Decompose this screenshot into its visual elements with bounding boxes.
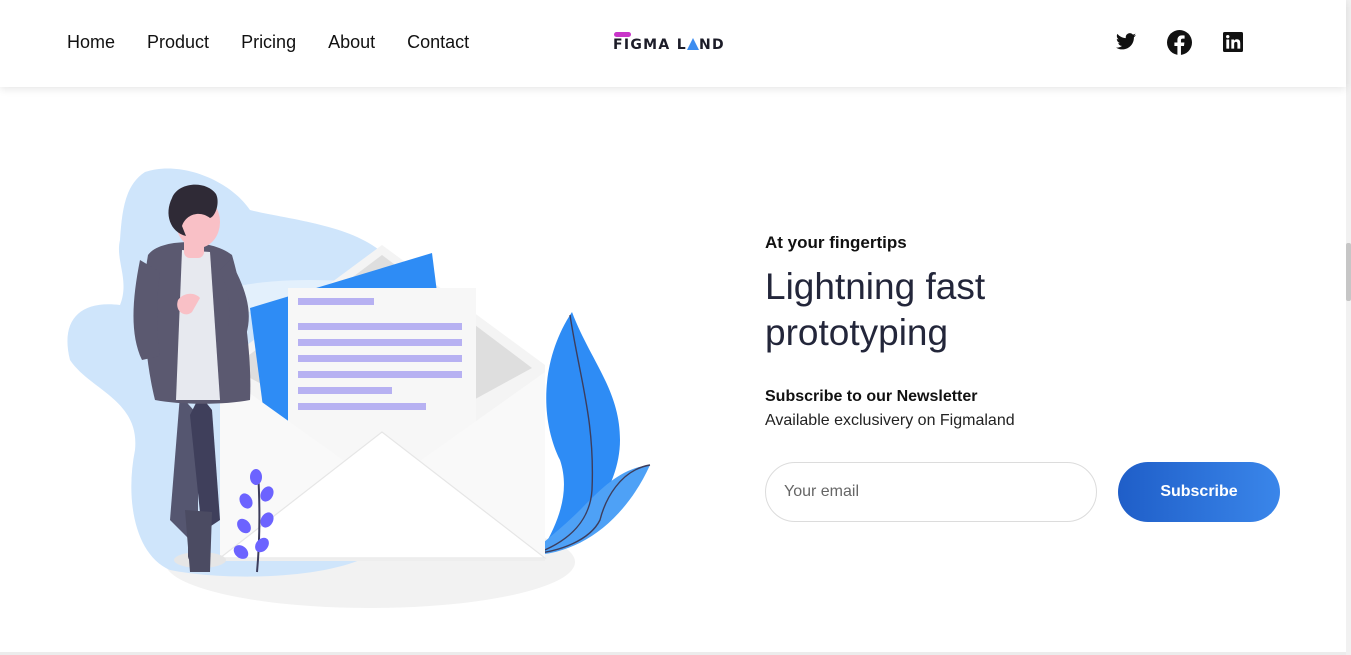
nav-product-link[interactable]: Product <box>147 31 209 53</box>
main-nav: Home Product Pricing About Contact <box>67 31 501 53</box>
newsletter-title: Subscribe to our Newsletter <box>765 388 978 405</box>
facebook-icon[interactable] <box>1167 30 1192 55</box>
email-input[interactable] <box>765 462 1097 522</box>
scrollbar-track[interactable] <box>1346 0 1351 655</box>
nav-pricing-link[interactable]: Pricing <box>241 31 296 53</box>
logo-text-prefix: FIGMA L <box>613 37 687 53</box>
newsletter-subtitle: Available exclusivery on Figmaland <box>765 412 1015 429</box>
logo-triangle-icon <box>686 38 699 50</box>
logo-text-suffix: ND <box>698 37 725 53</box>
figmaland-logo[interactable]: FIGMA L ND <box>613 30 725 54</box>
subscribe-button[interactable]: Subscribe <box>1118 462 1280 522</box>
nav-about-link[interactable]: About <box>328 31 375 53</box>
nav-home-link[interactable]: Home <box>67 31 115 53</box>
newsletter-form: Subscribe <box>765 462 1285 524</box>
hero-copy: At your fingertips Lightning fast protot… <box>765 232 1285 432</box>
hero-eyebrow: At your fingertips <box>765 233 907 252</box>
scrollbar-thumb[interactable] <box>1346 243 1351 301</box>
site-header: Home Product Pricing About Contact FIGMA… <box>0 0 1346 87</box>
logo-wordmark: FIGMA L ND <box>613 37 725 53</box>
nav-contact-link[interactable]: Contact <box>407 31 469 53</box>
linkedin-icon[interactable] <box>1223 32 1243 52</box>
hero-headline: Lightning fast prototyping <box>765 266 986 353</box>
newsletter-illustration <box>60 160 660 620</box>
twitter-icon[interactable] <box>1116 33 1136 50</box>
